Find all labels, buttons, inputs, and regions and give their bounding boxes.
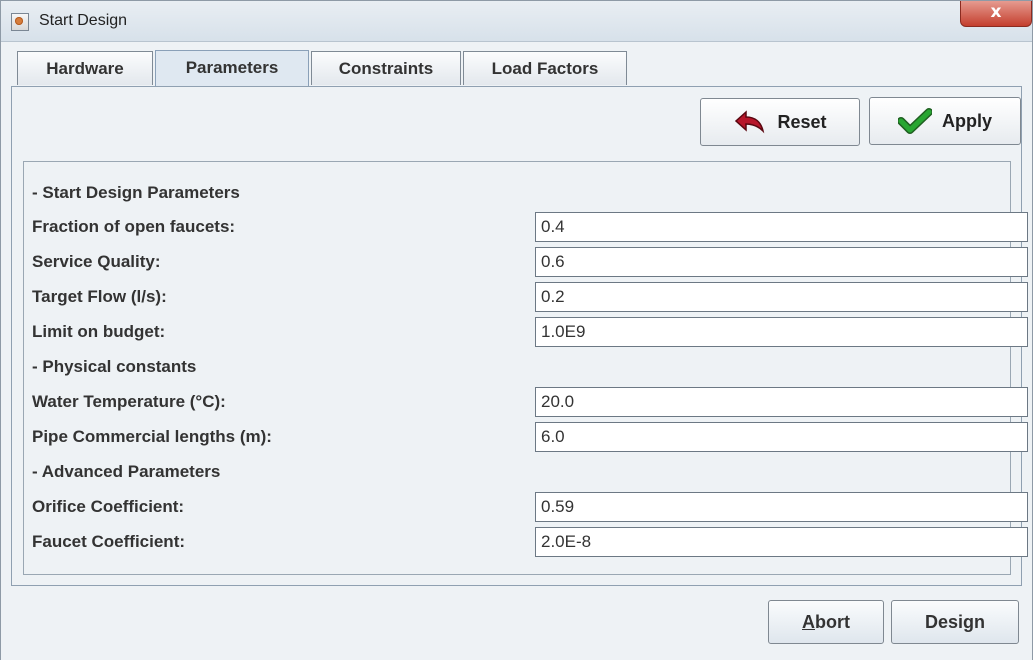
fraction-open-faucets-input[interactable] xyxy=(535,212,1028,242)
apply-button[interactable]: Apply xyxy=(869,97,1021,145)
section-title: - Physical constants xyxy=(32,357,197,376)
fraction-open-faucets-label: Fraction of open faucets: xyxy=(32,217,236,236)
form-row: Limit on budget: xyxy=(32,317,1028,347)
reset-label: Reset xyxy=(777,111,827,132)
pipe-commercial-lengths-label: Pipe Commercial lengths (m): xyxy=(32,427,272,446)
tab-load-factors[interactable]: Load Factors xyxy=(463,51,627,85)
faucet-coefficient-input[interactable] xyxy=(535,527,1028,557)
service-quality-input[interactable] xyxy=(535,247,1028,277)
form-row: Faucet Coefficient: xyxy=(32,527,1028,557)
abort-button[interactable]: Abort xyxy=(768,600,884,644)
java-app-icon xyxy=(11,13,29,31)
form-row: Water Temperature (°C): xyxy=(32,387,1028,417)
window-close-button[interactable]: x xyxy=(960,1,1032,27)
start-design-window: Start Design x Hardware Parameters Const… xyxy=(0,0,1033,660)
undo-arrow-icon xyxy=(735,110,765,134)
design-label: Design xyxy=(924,611,985,632)
tab-parameters[interactable]: Parameters xyxy=(155,50,309,86)
orifice-coefficient-label: Orifice Coefficient: xyxy=(32,497,185,516)
tab-hardware[interactable]: Hardware xyxy=(17,51,153,85)
apply-label: Apply xyxy=(941,110,992,131)
section-header: - Start Design Parameters xyxy=(32,178,1002,208)
checkmark-icon xyxy=(897,108,932,134)
abort-label: Abort xyxy=(802,611,850,632)
pipe-commercial-lengths-input[interactable] xyxy=(535,422,1028,452)
parameters-panel: Reset Apply - Start Design Parameters Fr… xyxy=(11,86,1028,586)
footer-button-bar: Abort Design xyxy=(1,586,1032,660)
water-temperature-label: Water Temperature (°C): xyxy=(32,392,226,411)
design-button[interactable]: Design xyxy=(891,600,1019,644)
form-row: Fraction of open faucets: xyxy=(32,212,1028,242)
window-titlebar[interactable]: Start Design x xyxy=(1,1,1032,42)
section-title: - Start Design Parameters xyxy=(32,183,240,202)
service-quality-label: Service Quality: xyxy=(32,252,161,271)
tab-constraints[interactable]: Constraints xyxy=(311,51,461,85)
reset-button[interactable]: Reset xyxy=(700,98,860,146)
section-title: - Advanced Parameters xyxy=(32,462,221,481)
target-flow-input[interactable] xyxy=(535,282,1028,312)
limit-on-budget-input[interactable] xyxy=(535,317,1028,347)
form-row: Target Flow (l/s): xyxy=(32,282,1028,312)
limit-on-budget-label: Limit on budget: xyxy=(32,322,166,341)
section-header: - Advanced Parameters xyxy=(32,457,1002,487)
window-title: Start Design xyxy=(39,12,128,29)
form-row: Pipe Commercial lengths (m): xyxy=(32,422,1028,452)
section-header: - Physical constants xyxy=(32,352,1002,382)
parameter-form: - Start Design Parameters Fraction of op… xyxy=(23,161,1028,575)
water-temperature-input[interactable] xyxy=(535,387,1028,417)
form-row: Service Quality: xyxy=(32,247,1028,277)
form-row: Orifice Coefficient: xyxy=(32,492,1028,522)
parameters-toolbar: Reset Apply xyxy=(12,87,1021,157)
target-flow-label: Target Flow (l/s): xyxy=(32,287,167,306)
orifice-coefficient-input[interactable] xyxy=(535,492,1028,522)
faucet-coefficient-label: Faucet Coefficient: xyxy=(32,532,186,551)
